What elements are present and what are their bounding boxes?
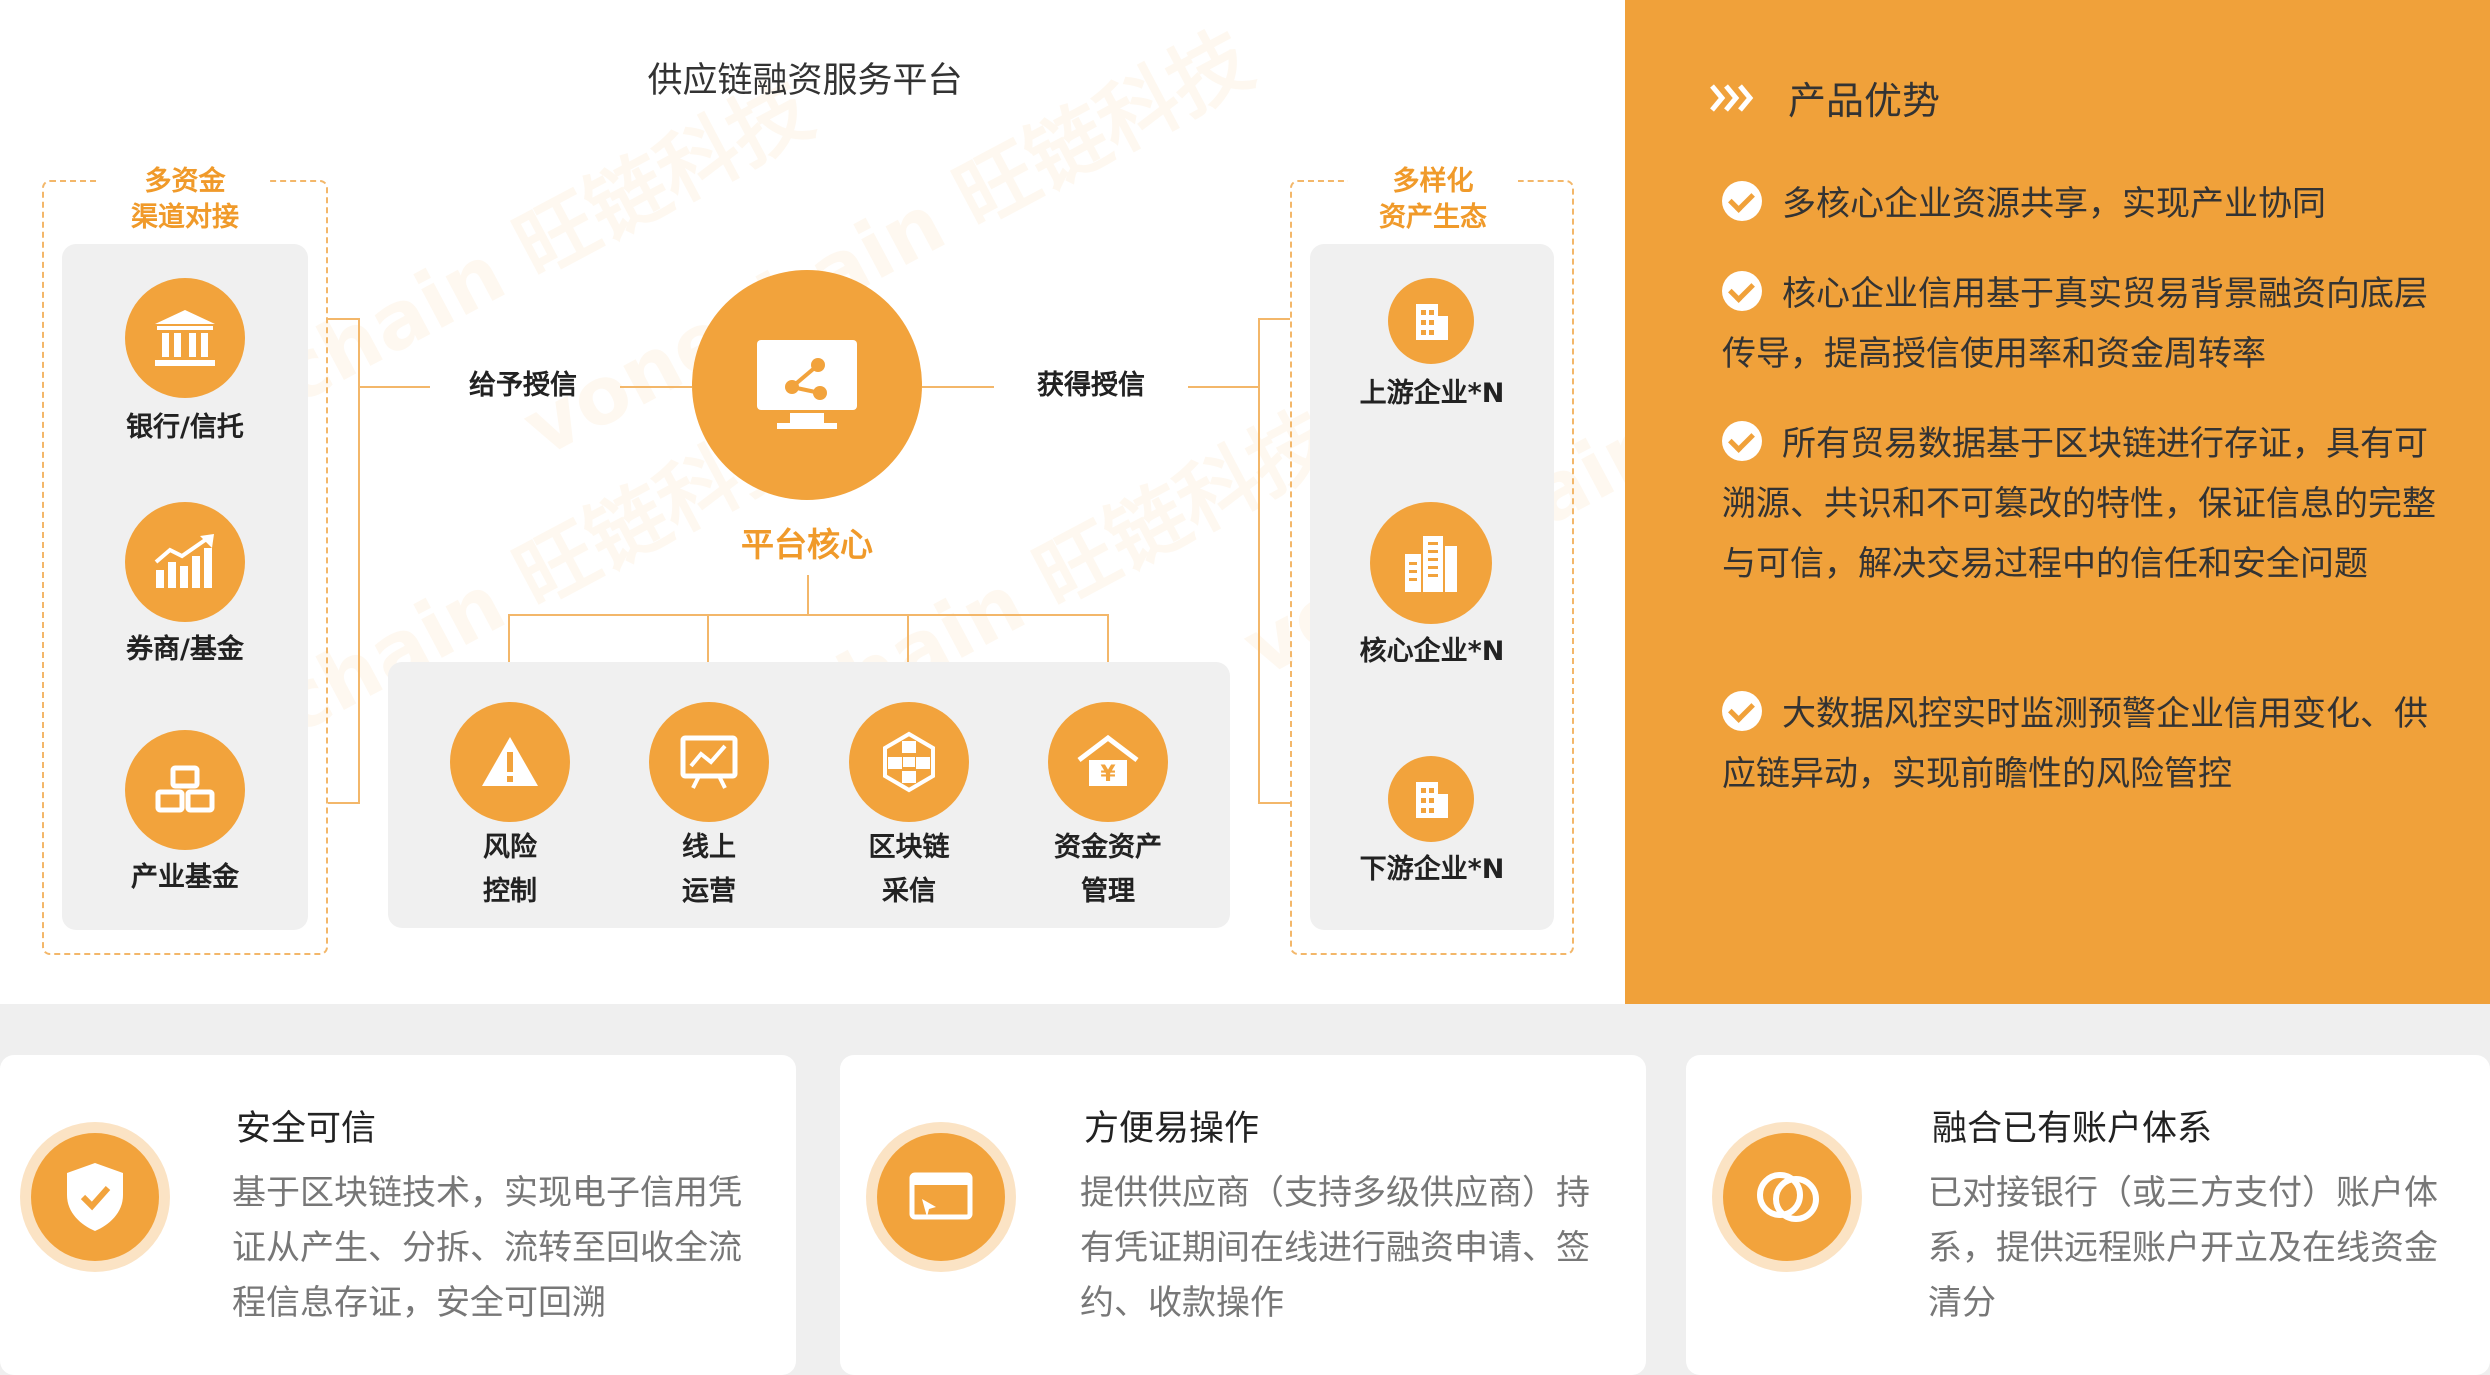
warning-icon — [450, 702, 570, 822]
service-label-line1: 区块链 — [868, 832, 950, 863]
service-label: 区块链 采信 — [829, 826, 989, 914]
right-group-title-line1: 多样化 — [1392, 166, 1474, 197]
service-label: 线上 运营 — [629, 826, 789, 914]
service-label-line1: 资金资产 — [1054, 832, 1162, 863]
shield-check-icon — [20, 1122, 170, 1272]
building-small-icon — [1388, 756, 1474, 842]
bank-icon — [125, 278, 245, 398]
right-group-title-line2: 资产生态 — [1379, 202, 1487, 233]
connector-line — [620, 386, 692, 388]
screen-cursor-icon — [866, 1122, 1016, 1272]
right-item-label: 上游企业*N — [1359, 378, 1505, 409]
right-item-label: 下游企业*N — [1359, 854, 1505, 885]
advantage-heading-text: 产品优势 — [1788, 79, 1941, 123]
right-bracket — [1258, 318, 1290, 804]
building-large-icon — [1370, 502, 1492, 624]
card-title: 融合已有账户体系 — [1932, 1109, 2213, 1149]
service-label-line1: 线上 — [682, 832, 736, 863]
chart-growth-icon — [125, 502, 245, 622]
left-group-title-line2: 渠道对接 — [131, 202, 239, 233]
svg-text:¥: ¥ — [1100, 762, 1116, 787]
building-small-icon — [1388, 278, 1474, 364]
give-credit-label: 给予授信 — [469, 370, 577, 401]
right-group-title: 多样化 资产生态 — [1348, 164, 1518, 236]
left-item-label: 产业基金 — [131, 862, 239, 893]
card-title: 安全可信 — [236, 1109, 377, 1149]
gold-bars-icon — [125, 730, 245, 850]
right-item-label: 核心企业*N — [1359, 636, 1505, 667]
advantage-text: 多核心企业资源共享，实现产业协同 — [1782, 184, 2326, 224]
advantage-text: 所有贸易数据基于区块链进行存证，具有可溯源、共识和不可篡改的特性，保证信息的完整… — [1722, 424, 2436, 584]
left-item-label: 银行/信托 — [126, 412, 244, 443]
service-label: 风险 控制 — [430, 826, 590, 914]
connector-line — [922, 386, 994, 388]
core-label: 平台核心 — [741, 525, 873, 564]
tree-line — [807, 575, 809, 615]
yen-house-icon: ¥ — [1048, 702, 1168, 822]
service-label-line1: 风险 — [483, 832, 537, 863]
connector-line — [360, 386, 430, 388]
check-icon — [1722, 421, 1762, 461]
linked-rings-icon — [1712, 1122, 1862, 1272]
left-group-title-line1: 多资金 — [144, 166, 226, 197]
advantage-item: 多核心企业资源共享，实现产业协同 — [1722, 174, 2447, 234]
get-credit-label: 获得授信 — [1037, 370, 1145, 401]
presentation-icon — [649, 702, 769, 822]
check-icon — [1722, 181, 1762, 221]
left-group-title: 多资金 渠道对接 — [100, 164, 270, 236]
left-item-label: 券商/基金 — [126, 634, 244, 665]
service-label-line2: 采信 — [882, 876, 936, 907]
advantage-text: 核心企业信用基于真实贸易背景融资向底层传导，提高授信使用率和资金周转率 — [1722, 274, 2428, 374]
service-label: 资金资产 管理 — [1013, 826, 1203, 914]
triple-chevron-icon — [1710, 83, 1754, 112]
blockchain-icon — [849, 702, 969, 822]
advantage-heading: 产品优势 — [1710, 70, 1940, 125]
advantage-item: 核心企业信用基于真实贸易背景融资向底层传导，提高授信使用率和资金周转率 — [1722, 264, 2447, 384]
check-icon — [1722, 691, 1762, 731]
platform-title: 供应链融资服务平台 — [647, 61, 963, 101]
platform-core-icon — [692, 270, 922, 500]
left-bracket — [328, 318, 360, 804]
card-desc: 提供供应商（支持多级供应商）持有凭证期间在线进行融资申请、签约、收款操作 — [1080, 1173, 1590, 1323]
card-desc: 已对接银行（或三方支付）账户体系，提供远程账户开立及在线资金清分 — [1928, 1173, 2438, 1323]
service-label-line2: 控制 — [483, 876, 537, 907]
card-title: 方便易操作 — [1084, 1109, 1260, 1149]
advantage-item: 大数据风控实时监测预警企业信用变化、供应链异动，实现前瞻性的风险管控 — [1722, 684, 2447, 804]
connector-line — [1188, 386, 1258, 388]
check-icon — [1722, 271, 1762, 311]
service-label-line2: 运营 — [682, 876, 736, 907]
service-label-line2: 管理 — [1081, 876, 1135, 907]
advantage-item: 所有贸易数据基于区块链进行存证，具有可溯源、共识和不可篡改的特性，保证信息的完整… — [1722, 414, 2447, 594]
card-desc: 基于区块链技术，实现电子信用凭证从产生、分拆、流转至回收全流程信息存证，安全可回… — [232, 1173, 742, 1323]
advantage-text: 大数据风控实时监测预警企业信用变化、供应链异动，实现前瞻性的风险管控 — [1722, 694, 2428, 794]
tree-line — [508, 614, 1109, 616]
